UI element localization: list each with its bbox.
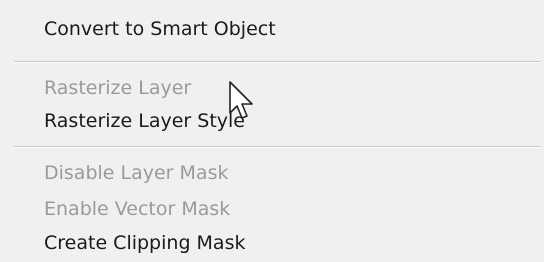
menu-item-convert-to-smart-object[interactable]: Convert to Smart Object — [44, 16, 276, 42]
menu-item-enable-vector-mask: Enable Vector Mask — [44, 198, 231, 220]
menu-separator — [14, 61, 540, 63]
context-menu: Convert to Smart Object Rasterize Layer … — [0, 0, 544, 262]
menu-item-create-clipping-mask[interactable]: Create Clipping Mask — [44, 230, 245, 256]
menu-item-rasterize-layer: Rasterize Layer — [44, 77, 192, 99]
menu-item-disable-layer-mask: Disable Layer Mask — [44, 162, 229, 184]
menu-separator — [14, 146, 540, 148]
menu-item-rasterize-layer-style[interactable]: Rasterize Layer Style — [44, 108, 245, 134]
arrow-pointer-icon — [229, 81, 253, 119]
